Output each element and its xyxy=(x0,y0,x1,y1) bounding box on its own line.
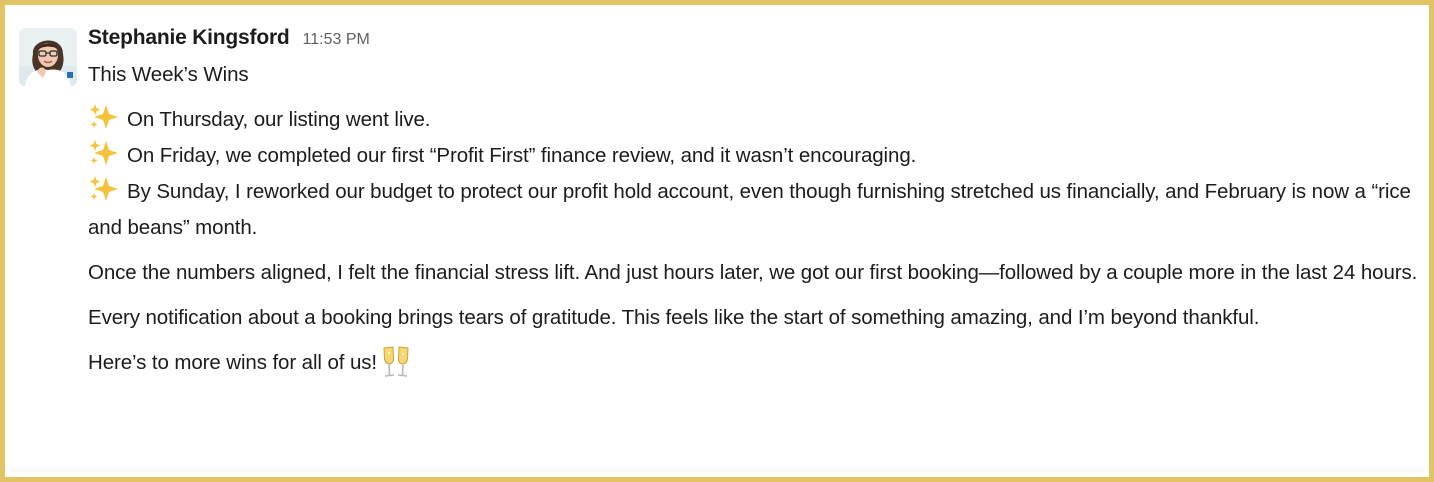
sparkles-icon xyxy=(89,176,118,201)
message-content: Stephanie Kingsford 11:53 PM This Week’s… xyxy=(88,26,1428,381)
paragraph: Every notification about a booking bring… xyxy=(88,306,1260,329)
win-text: By Sunday, I reworked our budget to prot… xyxy=(88,180,1411,239)
closing-text: Here’s to more wins for all of us! xyxy=(88,351,378,374)
paragraph: Once the numbers aligned, I felt the fin… xyxy=(88,261,1418,284)
author-name[interactable]: Stephanie Kingsford xyxy=(88,26,290,50)
win-item: On Friday, we completed our first “Profi… xyxy=(88,138,1428,174)
closing-line: Here’s to more wins for all of us! xyxy=(88,345,1428,381)
message-header: Stephanie Kingsford 11:53 PM xyxy=(88,26,1428,56)
clinking-glasses-icon xyxy=(383,346,409,377)
timestamp[interactable]: 11:53 PM xyxy=(303,31,370,49)
wins-list: On Thursday, our listing went live. On F… xyxy=(88,102,1428,246)
message-title: This Week’s Wins xyxy=(88,63,249,86)
avatar-photo xyxy=(19,28,77,86)
win-text: On Thursday, our listing went live. xyxy=(127,108,431,131)
bottom-fade xyxy=(10,464,1424,472)
win-item: By Sunday, I reworked our budget to prot… xyxy=(88,174,1428,246)
sparkles-icon xyxy=(89,104,118,129)
win-text: On Friday, we completed our first “Profi… xyxy=(127,144,917,167)
win-item: On Thursday, our listing went live. xyxy=(88,102,1428,138)
avatar[interactable] xyxy=(19,28,77,86)
sparkles-icon xyxy=(89,140,118,165)
message-frame: Stephanie Kingsford 11:53 PM This Week’s… xyxy=(0,0,1434,482)
chat-message: Stephanie Kingsford 11:53 PM This Week’s… xyxy=(10,10,1424,472)
